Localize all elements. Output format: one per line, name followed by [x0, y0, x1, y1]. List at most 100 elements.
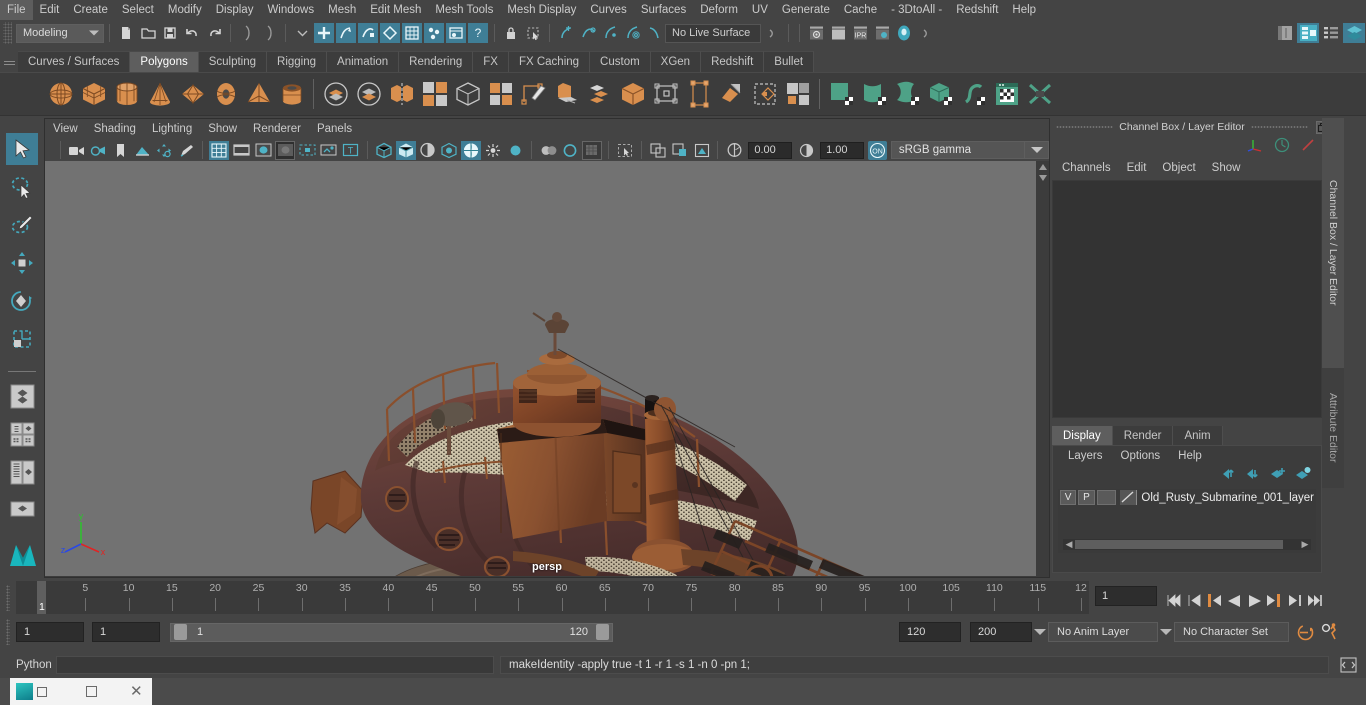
layer-tab-anim[interactable]: Anim: [1173, 426, 1223, 445]
bevel-icon[interactable]: [550, 75, 583, 113]
multisample-anti-aliasing-icon[interactable]: [505, 141, 525, 160]
step-back-frame-icon[interactable]: [1205, 590, 1223, 612]
camera-attributes-icon[interactable]: [89, 141, 109, 160]
menu-item-redshift[interactable]: Redshift: [949, 0, 1005, 20]
snap-to-view-planes-icon[interactable]: [644, 23, 664, 43]
menu-item-curves[interactable]: Curves: [583, 0, 633, 20]
safe-action-icon[interactable]: [319, 141, 339, 160]
shelf-tab-xgen[interactable]: XGen: [650, 51, 702, 72]
snap-to-curve-icon[interactable]: [578, 23, 598, 43]
viewport-scrollbar[interactable]: [1036, 161, 1049, 576]
selection-mask-dropdown-3-icon[interactable]: [916, 23, 936, 43]
shelf-tab-fx-caching[interactable]: FX Caching: [508, 51, 591, 72]
range-slider-bar[interactable]: 1 120: [170, 622, 613, 642]
move-layer-down-icon[interactable]: [1246, 467, 1261, 485]
color-transform-field[interactable]: sRGB gamma: [890, 141, 1026, 159]
shelf-tab-curves-surfaces[interactable]: Curves / Surfaces: [18, 51, 131, 72]
move-tool-button[interactable]: [6, 247, 38, 279]
scale-tool-button[interactable]: [6, 323, 38, 355]
screen-space-ao-icon[interactable]: [560, 141, 580, 160]
panel-drag-handle-right[interactable]: [1250, 125, 1308, 129]
gamma-icon[interactable]: [796, 141, 816, 160]
no-entry-icon[interactable]: [1300, 137, 1316, 158]
shelf-tab-fx[interactable]: FX: [473, 51, 509, 72]
axis-orientation-icon[interactable]: [1247, 137, 1264, 157]
live-surface-field[interactable]: No Live Surface: [665, 23, 761, 43]
auto-keyframe-icon[interactable]: [1295, 622, 1315, 642]
attribute-editor-panel-icon[interactable]: [1321, 23, 1341, 43]
menu-item-generate[interactable]: Generate: [775, 0, 837, 20]
film-gate-icon[interactable]: [231, 141, 251, 160]
save-scene-icon[interactable]: [160, 23, 180, 43]
poly-sphere-icon[interactable]: [44, 75, 77, 113]
menu-item-file[interactable]: File: [0, 0, 33, 20]
exposure-value-field[interactable]: 0.00: [748, 141, 793, 159]
menu-item-uv[interactable]: UV: [745, 0, 775, 20]
step-forward-frame-icon[interactable]: [1265, 590, 1283, 612]
wireframe-icon[interactable]: [374, 141, 394, 160]
layer-list-horizontal-scrollbar[interactable]: ◀ ▶: [1063, 539, 1311, 550]
range-end-time-field[interactable]: 120: [899, 622, 961, 642]
viewport-menu-view[interactable]: View: [45, 123, 86, 135]
statusbar-grip[interactable]: [3, 22, 12, 44]
gate-mask-icon[interactable]: [275, 140, 296, 160]
grid-toggle-icon[interactable]: [209, 140, 230, 160]
menu-item-modify[interactable]: Modify: [161, 0, 209, 20]
2d-pan-zoom-icon[interactable]: [155, 141, 175, 160]
redo-icon[interactable]: [204, 23, 224, 43]
lock-selection-icon[interactable]: [501, 23, 521, 43]
move-layer-up-icon[interactable]: [1222, 467, 1237, 485]
layer-menu-options[interactable]: Options: [1112, 450, 1170, 462]
snap-to-projected-center-icon[interactable]: [622, 23, 642, 43]
render-sequence-icon[interactable]: [828, 23, 848, 43]
select-mask-dynamics-icon[interactable]: [402, 23, 422, 43]
shelf-tab-sculpting[interactable]: Sculpting: [198, 51, 268, 72]
channel-box-content[interactable]: [1052, 180, 1322, 418]
ipr-render-icon[interactable]: IPR: [850, 23, 870, 43]
grease-pencil-icon[interactable]: [177, 141, 197, 160]
menu-item-mesh-tools[interactable]: Mesh Tools: [428, 0, 500, 20]
transfer-attributes-icon[interactable]: [748, 75, 781, 113]
layer-list[interactable]: V P Old_Rusty_Submarine_001_layer ◀ ▶: [1058, 489, 1316, 553]
vertical-tab-channel-box[interactable]: Channel Box / Layer Editor: [1322, 118, 1344, 368]
color-transform-dropdown[interactable]: [1025, 141, 1050, 159]
viewport-menu-panels[interactable]: Panels: [309, 123, 360, 135]
shelf-tab-custom[interactable]: Custom: [590, 51, 651, 72]
channel-box-layer-editor-icon[interactable]: [1343, 23, 1365, 43]
menu-item-select[interactable]: Select: [115, 0, 161, 20]
view-transform-toggle-icon[interactable]: ON: [867, 140, 887, 160]
range-left-handle[interactable]: [174, 624, 187, 640]
viewport-menu-shading[interactable]: Shading: [86, 123, 144, 135]
target-weld-icon[interactable]: [649, 75, 682, 113]
poly-cube-icon[interactable]: [77, 75, 110, 113]
layer-menu-help[interactable]: Help: [1169, 450, 1211, 462]
layer-menu-layers[interactable]: Layers: [1059, 450, 1112, 462]
select-mask-curves-icon[interactable]: [336, 23, 356, 43]
menu-item-cache[interactable]: Cache: [837, 0, 884, 20]
menu-item-edit[interactable]: Edit: [33, 0, 67, 20]
ambient-occlusion-icon[interactable]: [461, 140, 482, 160]
select-tool-button[interactable]: [6, 133, 38, 165]
channel-menu-edit[interactable]: Edit: [1119, 162, 1155, 174]
poly-plane-icon[interactable]: [176, 75, 209, 113]
shelf-tab-rigging[interactable]: Rigging: [267, 51, 328, 72]
combine-mesh-icon[interactable]: [385, 75, 418, 113]
camera-icon[interactable]: [67, 141, 87, 160]
title-safe-icon[interactable]: T: [341, 141, 361, 160]
isolate-select-icon[interactable]: [581, 140, 602, 160]
layer-playback-toggle[interactable]: P: [1078, 490, 1095, 505]
shelf-tab-bullet[interactable]: Bullet: [764, 51, 815, 72]
layer-visibility-toggle[interactable]: V: [1060, 490, 1077, 505]
shelf-tab-polygons[interactable]: Polygons: [130, 51, 199, 72]
viewport-menu-renderer[interactable]: Renderer: [245, 123, 309, 135]
persp-outliner-layout-button[interactable]: [6, 418, 38, 450]
channel-menu-channels[interactable]: Channels: [1054, 162, 1119, 174]
hypershade-icon[interactable]: [894, 23, 914, 43]
menu-item-3dtoall[interactable]: - 3DtoAll -: [884, 0, 949, 20]
use-all-lights-icon[interactable]: [418, 141, 438, 160]
outliner-panel-icon[interactable]: [1297, 23, 1319, 43]
range-start-time-field[interactable]: 1: [92, 622, 160, 642]
new-layer-icon[interactable]: [1270, 467, 1286, 485]
select-mask-deformations-icon[interactable]: [380, 23, 400, 43]
render-settings-icon[interactable]: [872, 23, 892, 43]
